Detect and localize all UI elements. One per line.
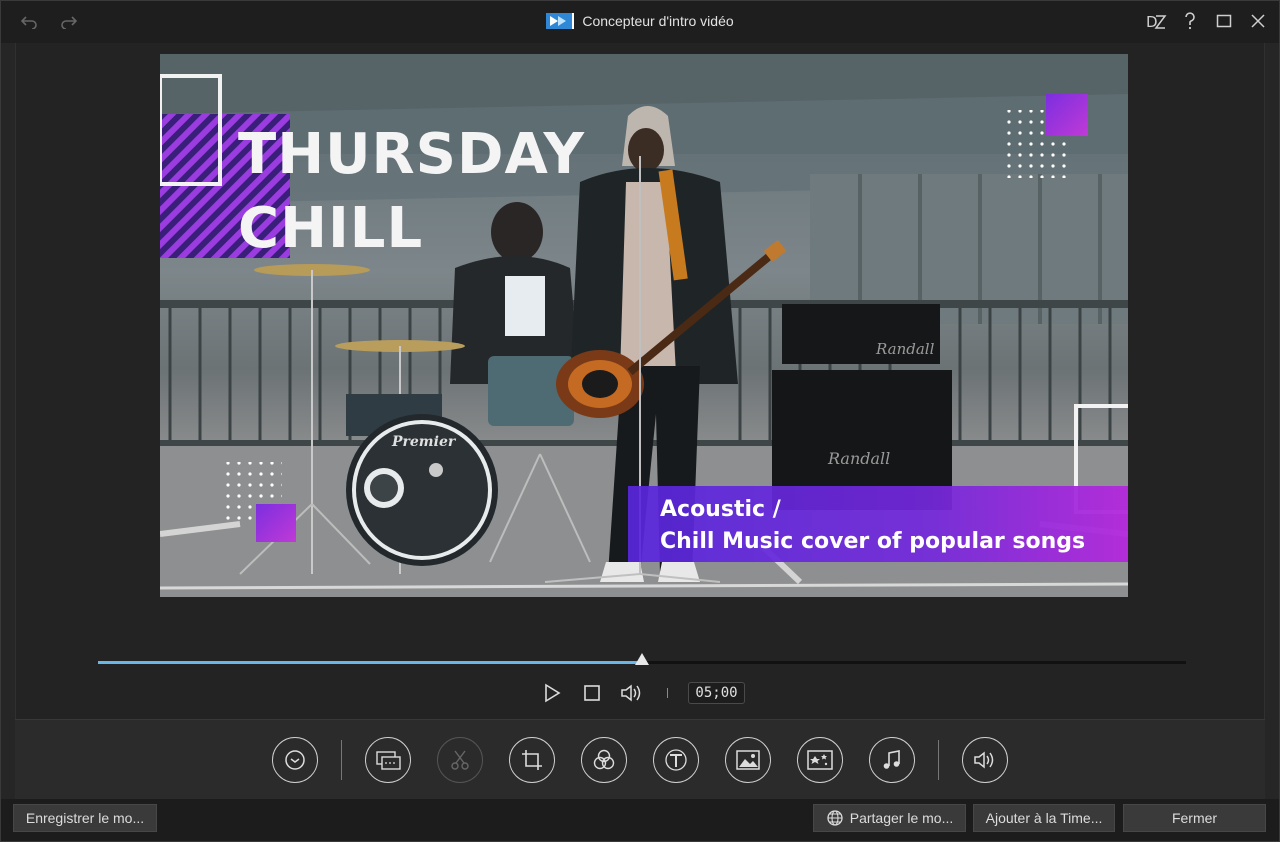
svg-text:Randall: Randall <box>827 449 890 468</box>
svg-text:Randall: Randall <box>875 340 935 358</box>
transport-controls: 05;00 <box>16 679 1266 707</box>
share-template-button[interactable]: Partager le mo... <box>813 804 966 832</box>
dz-skin-icon[interactable]: D <box>1145 10 1167 32</box>
title-line-1: THURSDAY <box>238 122 586 187</box>
timeline-progress <box>98 661 642 664</box>
stop-icon[interactable] <box>577 680 607 706</box>
video-preview[interactable]: Randall Randall Premier THURSDAY CHILL A… <box>160 54 1128 597</box>
dialog-footer: Enregistrer le mo... Partager le mo... A… <box>1 799 1279 841</box>
particle-icon[interactable] <box>797 736 843 783</box>
tool-separator <box>938 739 939 780</box>
title-line-2: CHILL <box>238 196 424 261</box>
window-title: Concepteur d'intro vidéo <box>582 13 734 29</box>
image-icon[interactable] <box>725 736 771 783</box>
playhead-handle[interactable] <box>635 653 649 665</box>
volume-icon[interactable] <box>962 736 1008 783</box>
crop-icon[interactable] <box>509 736 555 783</box>
playback-timeline[interactable] <box>98 653 1186 665</box>
add-to-timeline-button[interactable]: Ajouter à la Time... <box>973 804 1115 832</box>
help-icon[interactable] <box>1179 10 1201 32</box>
subtitle-line-2: Chill Music cover of popular songs <box>660 529 1086 554</box>
maximize-icon[interactable] <box>1213 10 1235 32</box>
text-icon[interactable] <box>653 736 699 783</box>
preview-area: Randall Randall Premier THURSDAY CHILL A… <box>15 43 1265 719</box>
color-circles-icon[interactable] <box>581 736 627 783</box>
close-button[interactable]: Fermer <box>1123 804 1266 832</box>
music-note-icon[interactable] <box>869 736 915 783</box>
title-bar: Concepteur d'intro vidéo D <box>1 1 1279 43</box>
close-icon[interactable] <box>1247 10 1269 32</box>
app-logo-icon <box>546 13 575 29</box>
scissors-icon <box>437 736 483 783</box>
save-template-label: Enregistrer le mo... <box>25 810 145 826</box>
intro-designer-window: Concepteur d'intro vidéo D Randall Randa… <box>0 0 1280 842</box>
svg-text:Premier: Premier <box>391 434 457 450</box>
timer-icon[interactable] <box>272 736 318 783</box>
intro-title-text[interactable]: THURSDAY CHILL <box>238 118 585 266</box>
add-to-timeline-label: Ajouter à la Time... <box>985 810 1103 826</box>
replace-media-icon[interactable] <box>365 736 411 783</box>
play-icon[interactable] <box>537 680 567 706</box>
share-template-label: Partager le mo... <box>849 810 954 826</box>
subtitle-caption-box[interactable]: Acoustic / Chill Music cover of popular … <box>628 486 1128 562</box>
transport-separator <box>667 688 669 698</box>
timecode-display: 05;00 <box>688 682 745 704</box>
save-template-button[interactable]: Enregistrer le mo... <box>13 804 157 832</box>
subtitle-line-1: Acoustic / <box>660 497 781 522</box>
close-label: Fermer <box>1171 810 1218 826</box>
tool-separator <box>341 739 342 780</box>
edit-tools-bar <box>15 719 1265 799</box>
speaker-icon[interactable] <box>617 680 647 706</box>
globe-icon <box>827 810 843 826</box>
